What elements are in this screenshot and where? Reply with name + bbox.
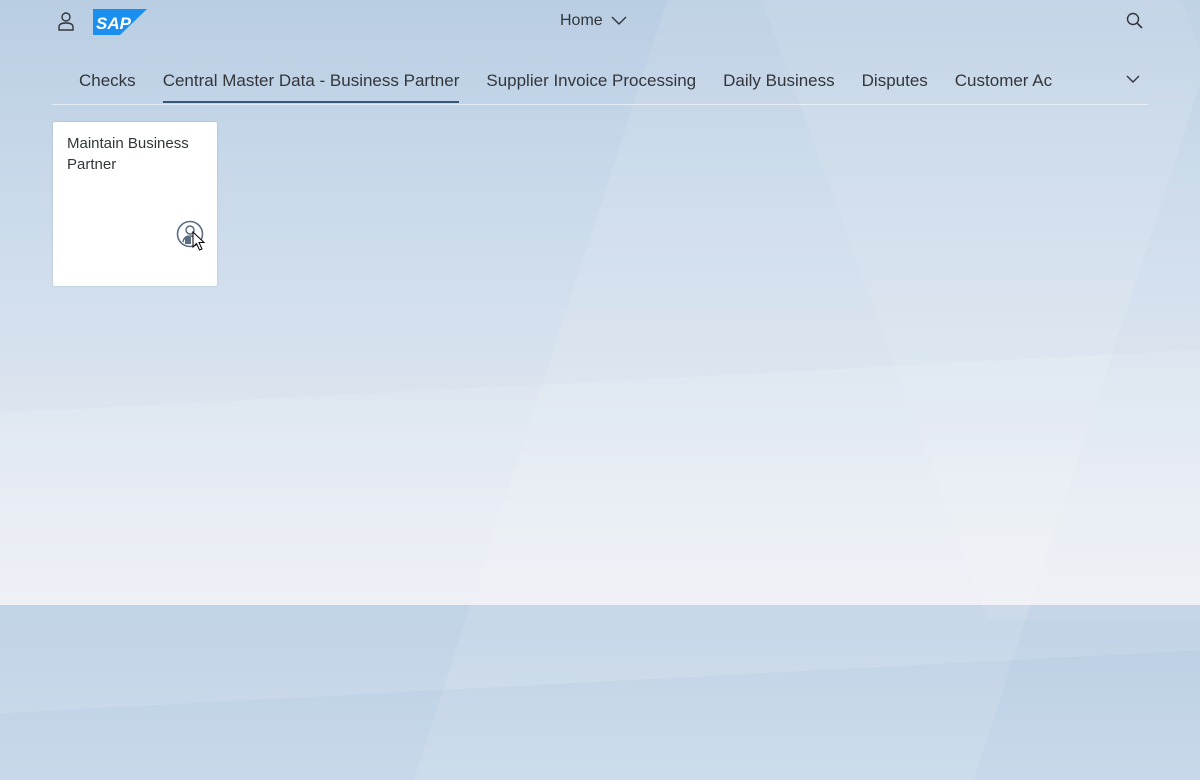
- app-tile-maintain-business-partner[interactable]: Maintain Business Partner: [53, 122, 217, 286]
- tab-list: Checks Central Master Data - Business Par…: [52, 62, 1062, 104]
- tile-title: Maintain Business Partner: [67, 135, 189, 173]
- chevron-down-icon: [611, 16, 627, 25]
- tab-central-master-data-business-partner[interactable]: Central Master Data - Business Partner: [162, 62, 459, 103]
- home-label: Home: [560, 12, 603, 29]
- home-button[interactable]: Home: [560, 8, 627, 34]
- tab-supplier-invoice-processing[interactable]: Supplier Invoice Processing: [486, 62, 696, 102]
- shell-bar: SAP Home: [0, 0, 1200, 42]
- search-button[interactable]: [1124, 10, 1146, 32]
- background-shape: [0, 340, 1200, 720]
- tab-disputes[interactable]: Disputes: [862, 62, 928, 102]
- sap-logo[interactable]: SAP: [93, 9, 147, 35]
- logo-text: SAP: [96, 14, 132, 33]
- business-partner-icon: [176, 220, 204, 248]
- tab-daily-business[interactable]: Daily Business: [723, 62, 835, 102]
- user-menu-button[interactable]: [55, 10, 77, 32]
- tab-customer-accounts[interactable]: Customer Ac: [955, 62, 1052, 102]
- anchor-navigation-bar: Checks Central Master Data - Business Par…: [52, 62, 1148, 105]
- background-shape: [413, 0, 1200, 780]
- tabs-overflow-button[interactable]: [1122, 68, 1144, 90]
- chevron-down-icon: [1126, 75, 1140, 83]
- person-icon: [58, 12, 74, 31]
- tab-checks[interactable]: Checks: [79, 62, 136, 102]
- search-icon: [1126, 12, 1143, 29]
